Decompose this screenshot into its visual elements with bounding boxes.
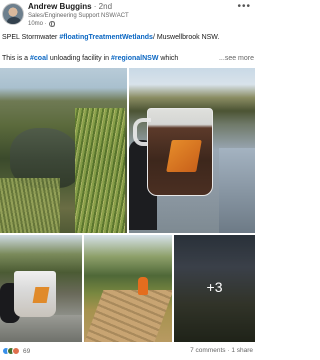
post-image-jug-on-ledge[interactable]: [0, 235, 82, 342]
hashtag-regional-nsw[interactable]: #regionalNSW: [111, 55, 158, 62]
see-more-link[interactable]: ...see more: [219, 55, 254, 62]
globe-icon: [48, 21, 55, 27]
love-reaction-icon: [12, 347, 20, 355]
post-text: which: [158, 55, 179, 62]
author-avatar[interactable]: [2, 3, 24, 25]
engagement-stats: 7 comments · 1 share: [190, 347, 253, 354]
post-text: / Muswellbrook NSW.: [152, 34, 220, 41]
post-time: 10mo ·: [28, 21, 47, 27]
hashtag-floating-treatment-wetlands[interactable]: #floatingTreatmentWetlands: [59, 34, 153, 41]
post-image-more[interactable]: +3: [174, 235, 255, 342]
post-text-line-2: This is a #coal unloading facility in #r…: [2, 55, 254, 62]
author-name-row: Andrew Buggins · 2nd: [28, 2, 112, 11]
comments-count[interactable]: 7 comments: [190, 347, 225, 354]
post-time-row: 10mo ·: [28, 21, 55, 27]
more-images-count: +3: [206, 279, 223, 295]
post-image-wetland[interactable]: [0, 68, 127, 233]
post-header: Andrew Buggins · 2nd Sales/Engineering S…: [0, 0, 255, 32]
post-text: unloading facility in: [47, 55, 111, 62]
shares-count[interactable]: 1 share: [231, 347, 253, 354]
post-text: This is a: [2, 55, 31, 62]
post-text: SPEL Stormwater: [2, 34, 60, 41]
author-name[interactable]: Andrew Buggins: [28, 2, 92, 11]
reactions-count: 69: [23, 347, 31, 355]
reactions-summary[interactable]: 69: [2, 347, 30, 355]
post-footer: 69 7 comments · 1 share: [2, 346, 253, 358]
post-image-water-sample-jug[interactable]: [129, 68, 255, 233]
post-text-line-1: SPEL Stormwater #floatingTreatmentWetlan…: [2, 34, 254, 41]
hashtag-coal[interactable]: #coal: [30, 55, 48, 62]
connection-degree: · 2nd: [93, 2, 113, 11]
author-headline: Sales/Engineering Support NSW/ACT: [28, 13, 129, 19]
post-image-floating-wetland-mat[interactable]: [84, 235, 172, 342]
more-options-icon[interactable]: •••: [237, 1, 251, 12]
